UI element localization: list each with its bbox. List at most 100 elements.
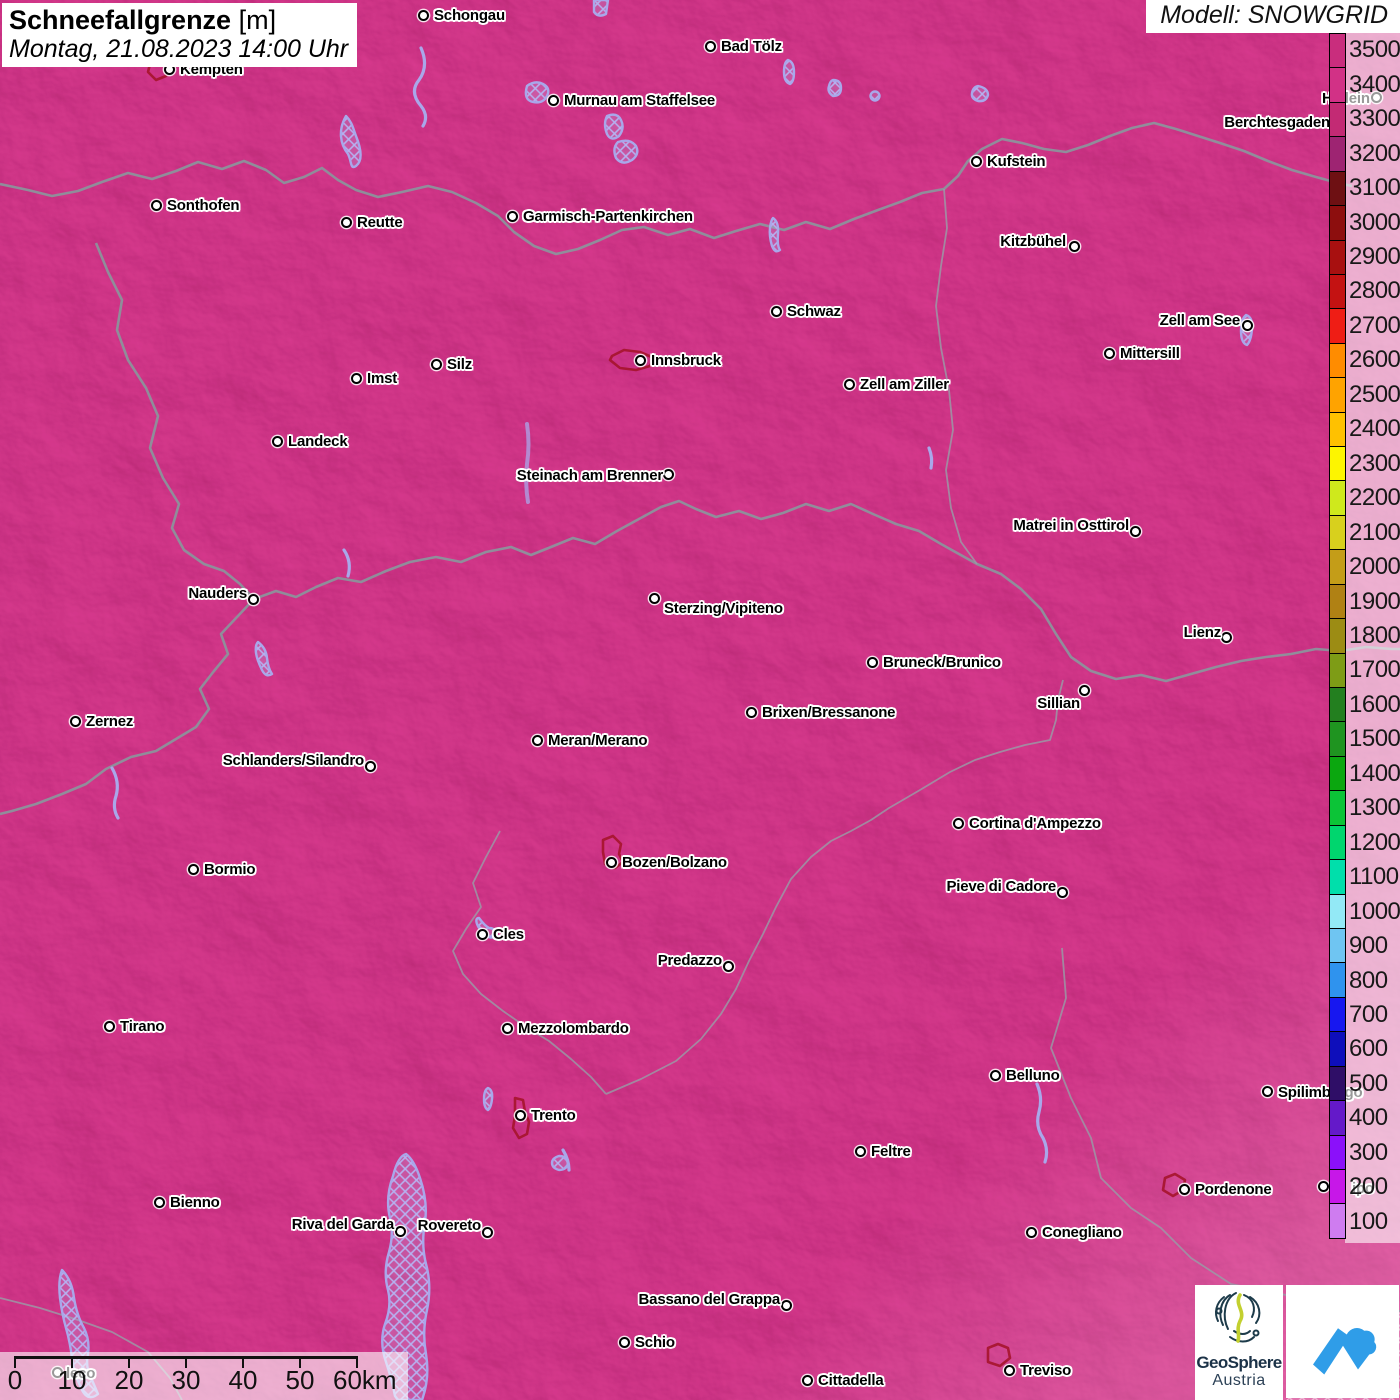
tirol-logo-box xyxy=(1286,1285,1399,1398)
colorbar-segment xyxy=(1330,549,1345,583)
colorbar-segment xyxy=(1330,859,1345,893)
city-marker-dot xyxy=(844,379,855,390)
colorbar-tick-label: 1500 xyxy=(1349,726,1400,752)
colorbar-tick-label: 2200 xyxy=(1349,485,1400,511)
city-marker-dot xyxy=(1004,1365,1015,1376)
city-marker-dot xyxy=(619,1337,630,1348)
city-label: Zernez xyxy=(86,713,133,730)
colorbar-segment xyxy=(1330,721,1345,755)
city-label: Bad Tölz xyxy=(721,38,782,55)
city-marker-dot xyxy=(151,200,162,211)
colorbar-segment xyxy=(1330,446,1345,480)
colorbar-tick-label: 1900 xyxy=(1349,589,1400,615)
city-marker-dot xyxy=(746,707,757,718)
colorbar-tick-label: 3100 xyxy=(1349,175,1400,201)
city-marker-dot xyxy=(507,211,518,222)
city-marker-dot xyxy=(1130,526,1141,537)
city-marker-dot xyxy=(431,359,442,370)
colorbar-segment xyxy=(1330,343,1345,377)
city-label: Mittersill xyxy=(1120,345,1180,362)
city-marker-dot xyxy=(477,929,488,940)
colorbar-segment xyxy=(1330,102,1345,136)
scale-bar-number: 30 xyxy=(172,1365,201,1396)
colorbar-segment xyxy=(1330,653,1345,687)
city-label: Landeck xyxy=(288,433,347,450)
city-marker-dot xyxy=(1079,685,1090,696)
city-label: Brixen/Bressanone xyxy=(762,704,895,721)
city-marker-dot xyxy=(1069,241,1080,252)
colorbar-segment xyxy=(1330,997,1345,1031)
city-label: Schio xyxy=(635,1334,675,1351)
colorbar-tick-label: 2300 xyxy=(1349,451,1400,477)
city-label: Matrei in Osttirol xyxy=(1013,517,1129,534)
city-label: Schlanders/Silandro xyxy=(223,752,364,769)
city-marker-dot xyxy=(248,594,259,605)
colorbar-tick-label: 2600 xyxy=(1349,347,1400,373)
city-marker-dot xyxy=(1242,320,1253,331)
colorbar-segment xyxy=(1330,274,1345,308)
city-label: Conegliano xyxy=(1042,1224,1122,1241)
city-label: Zell am See xyxy=(1160,312,1240,329)
colorbar-segment xyxy=(1330,790,1345,824)
city-marker-dot xyxy=(855,1146,866,1157)
colorbar-segment xyxy=(1330,1135,1345,1169)
colorbar-tick-label: 2800 xyxy=(1349,278,1400,304)
city-label: Zell am Ziller xyxy=(860,376,949,393)
city-marker-dot xyxy=(351,373,362,384)
colorbar-tick-label: 600 xyxy=(1349,1036,1388,1062)
scale-bar: 0102030405060km xyxy=(0,1352,408,1400)
city-marker-dot xyxy=(515,1110,526,1121)
colorbar-tick-label: 2500 xyxy=(1349,382,1400,408)
city-label: Schwaz xyxy=(787,303,841,320)
map-datetime: Montag, 21.08.2023 14:00 Uhr xyxy=(9,36,348,63)
colorbar-tick-label: 1000 xyxy=(1349,899,1400,925)
colorbar-tick-label: 100 xyxy=(1349,1209,1388,1235)
colorbar-segment xyxy=(1330,894,1345,928)
scale-bar-number: 10 xyxy=(58,1365,87,1396)
colorbar-segment xyxy=(1330,928,1345,962)
city-marker-dot xyxy=(990,1070,1001,1081)
city-label: Bozen/Bolzano xyxy=(622,854,727,871)
city-marker-dot xyxy=(341,217,352,228)
city-marker-dot xyxy=(188,864,199,875)
city-marker-dot xyxy=(705,41,716,52)
colorbar-tick-label: 2700 xyxy=(1349,313,1400,339)
model-label: Modell: SNOWGRID xyxy=(1160,1,1388,29)
colorbar-segment xyxy=(1330,34,1345,67)
city-label: Riva del Garda xyxy=(292,1216,394,1233)
city-marker-dot xyxy=(663,469,674,480)
city-label: Steinach am Brenner xyxy=(517,467,663,484)
colorbar-segment xyxy=(1330,1169,1345,1203)
colorbar-segment xyxy=(1330,962,1345,996)
city-label: Meran/Merano xyxy=(548,732,647,749)
colorbar-tick-label: 700 xyxy=(1349,1002,1388,1028)
colorbar-segment xyxy=(1330,584,1345,618)
city-marker-dot xyxy=(635,355,646,366)
city-marker-dot xyxy=(1104,348,1115,359)
colorbar-tick-label: 3400 xyxy=(1349,72,1400,98)
colorbar-segment xyxy=(1330,412,1345,446)
scale-bar-number: 0 xyxy=(8,1365,22,1396)
city-label: Bienno xyxy=(170,1194,220,1211)
city-label: Tirano xyxy=(120,1018,164,1035)
city-label: Silz xyxy=(447,356,472,373)
colorbar-tick-label: 1600 xyxy=(1349,692,1400,718)
model-box: Modell: SNOWGRID xyxy=(1146,0,1400,33)
colorbar-segment xyxy=(1330,136,1345,170)
city-marker-dot xyxy=(953,818,964,829)
city-label: Mezzolombardo xyxy=(518,1020,629,1037)
city-marker-dot xyxy=(532,735,543,746)
city-label: Bassano del Grappa xyxy=(639,1291,780,1308)
city-marker-dot xyxy=(502,1023,513,1034)
city-marker-dot xyxy=(867,657,878,668)
colorbar-segment xyxy=(1330,1203,1345,1237)
city-label: Kufstein xyxy=(987,153,1045,170)
city-label: Lienz xyxy=(1184,624,1221,641)
city-marker-dot xyxy=(771,306,782,317)
colorbar-tick-label: 1200 xyxy=(1349,830,1400,856)
title-unit: [m] xyxy=(239,5,277,35)
colorbar-segment xyxy=(1330,67,1345,101)
city-marker-dot xyxy=(418,10,429,21)
city-label: Bormio xyxy=(204,861,255,878)
city-label: Trento xyxy=(531,1107,576,1124)
